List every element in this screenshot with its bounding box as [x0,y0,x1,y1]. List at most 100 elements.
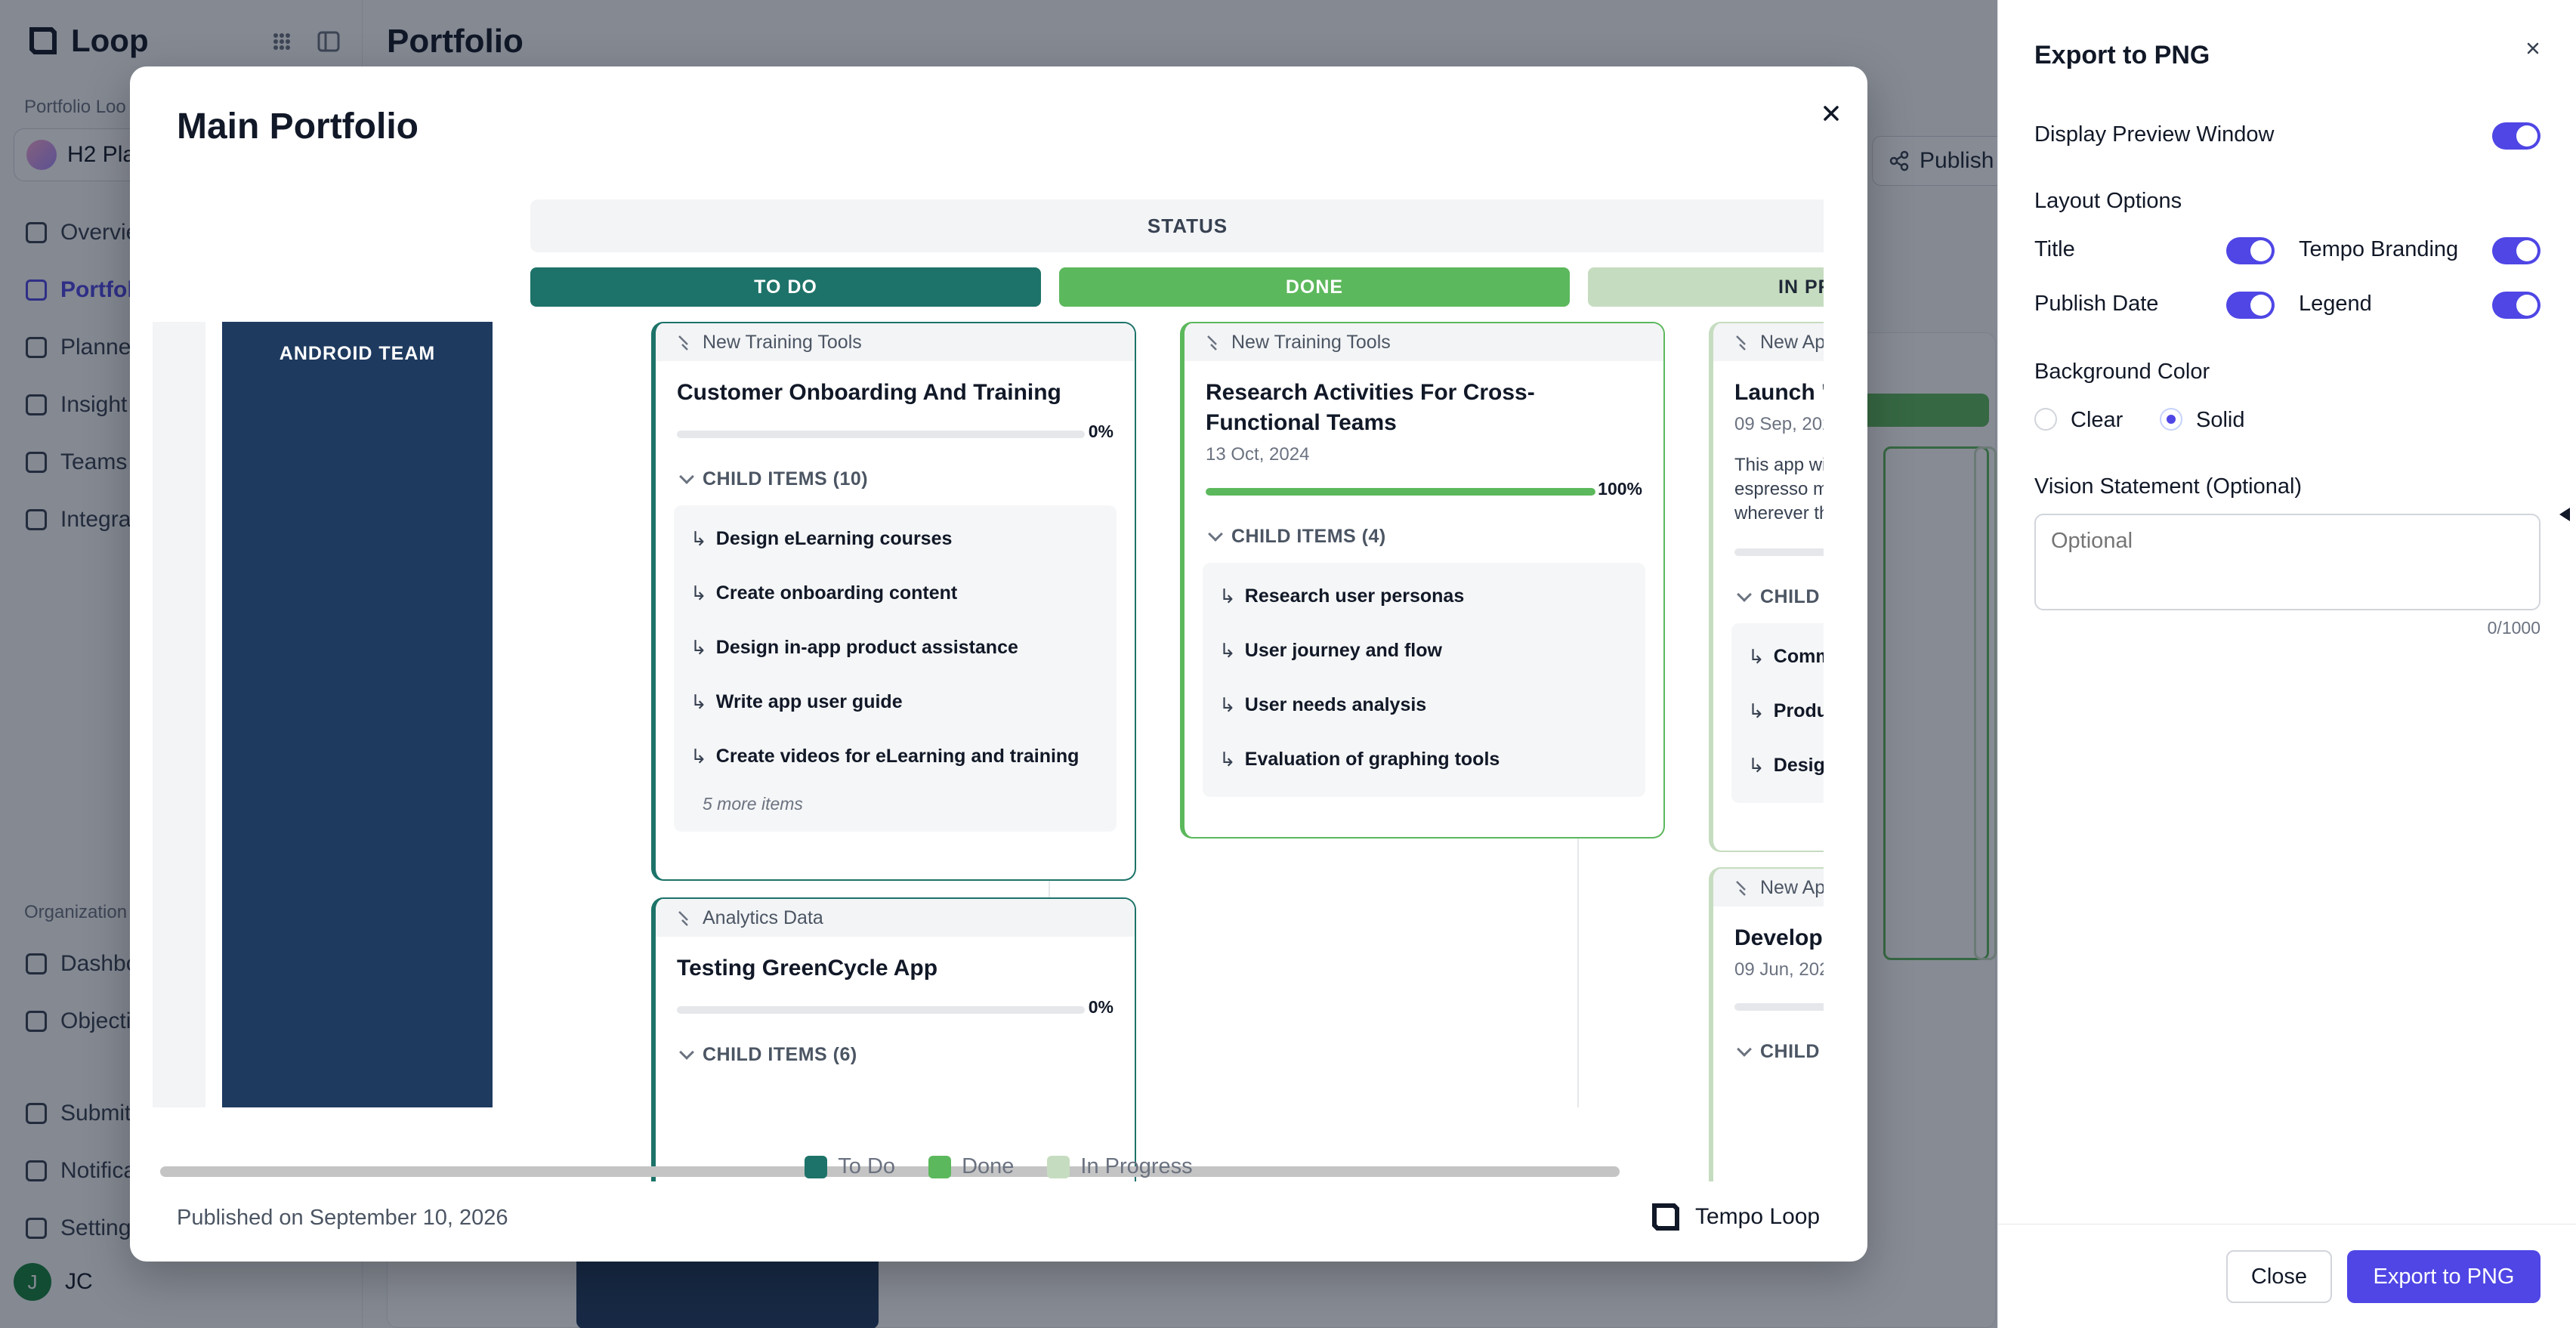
swimlane-android-team: ANDROID TEAM [222,322,493,1107]
export-panel: Export to PNG Display Preview Window Lay… [1997,0,2576,1328]
list-item-label: Communicate with I [1773,645,1824,667]
list-item: ↳ Evaluation of graphing tools [1203,732,1645,786]
child-items-label: CHILD ITEMS (10) [703,468,869,490]
progress-bar: 0% [677,422,1113,447]
card-develop-app[interactable]: New App Developmen Develop App 09 Jun, 2… [1709,867,1824,1181]
bg-clear-radio[interactable] [2034,408,2057,431]
child-items-list: ↳ Design eLearning courses ↳ Create onboar… [674,505,1117,832]
legend-swatch [928,1155,952,1178]
bg-clear-label: Clear [2071,408,2124,432]
more-items-label: 5 more items [703,793,803,814]
subitem-arrow-icon: ↳ [1219,693,1236,716]
child-items-list: ↳ Research user personas ↳ User journey an… [1203,563,1645,797]
list-item-label: Product goal meetin [1773,700,1824,721]
child-items-label: CHILD ITEMS (3) [1760,586,1824,607]
subitem-arrow-icon: ↳ [1748,753,1765,777]
subitem-arrow-icon: ↳ [1219,638,1236,662]
child-items-label: CHILD ITEMS (6) [703,1044,857,1065]
legend-swatch [805,1155,828,1178]
card-parent-label: New App Developmen [1760,876,1824,898]
legend-item-in-progress: In Progress [1047,1154,1193,1179]
close-icon[interactable] [1810,92,1852,134]
link-icon [1207,335,1217,351]
close-icon[interactable] [2518,33,2548,63]
card-launch-espresso[interactable]: New App Developmen Launch "Espresso-Oh! … [1709,322,1824,852]
legend-toggle[interactable] [2492,292,2540,319]
card-parent: New Training Tools [656,323,1135,361]
tempo-branding-toggle[interactable] [2492,237,2540,264]
subitem-arrow-icon: ↳ [1219,584,1236,607]
vision-statement-field[interactable] [2034,514,2540,610]
card-title: Develop App [1734,925,1824,950]
progress-percent: 0% [1088,422,1113,441]
status-header: STATUS [530,199,1824,252]
child-items-list: ↳ Communicate with I ↳ Product goal meetin… [1731,623,1824,803]
card-parent: New App Developmen [1713,869,1824,906]
progress-bar: 0% [677,997,1113,1023]
card-parent-label: New App Developmen [1760,331,1824,353]
publish-date-option-label: Publish Date [2034,292,2159,316]
tempo-logo-icon [1652,1203,1679,1231]
child-items-toggle[interactable]: CHILD ITEMS (10) [656,447,1135,490]
legend-label: Done [962,1154,1015,1178]
subitem-arrow-icon: ↳ [690,635,707,659]
chevron-down-icon [1208,526,1223,542]
list-item-label: Write app user guide [715,690,903,712]
card-parent: New App Developmen [1713,323,1824,361]
chevron-down-icon [679,468,694,484]
close-button[interactable]: Close [2226,1250,2332,1303]
legend: To Do Done In Progress [130,1154,1867,1179]
legend-swatch [1047,1155,1070,1178]
title-option-label: Title [2034,237,2075,261]
title-toggle[interactable] [2226,237,2275,264]
card-parent-label: New Training Tools [703,331,862,353]
export-png-button[interactable]: Export to PNG [2347,1250,2540,1303]
subitem-arrow-icon: ↳ [1748,644,1765,668]
progress-bar: 100% [1206,479,1642,505]
list-item: ↳ Communicate with I [1731,629,1824,684]
bg-solid-label: Solid [2196,408,2245,432]
card-date: 13 Oct, 2024 [1206,444,1310,465]
card-date: 09 Sep, 2025 [1734,414,1824,434]
layout-options-label: Layout Options [2034,189,2182,213]
brand-label: Tempo Loop [1695,1204,1821,1229]
child-items-toggle[interactable]: CHILD ITEMS (3) [1713,565,1824,608]
collapse-arrow-icon[interactable] [2559,508,2570,521]
card-research-activities[interactable]: New Training Tools Research Activities F… [1180,322,1665,838]
list-item: ↳ Research user personas [1203,569,1645,623]
link-icon [1736,335,1746,351]
list-item-label: Design user journey [1773,754,1824,776]
chevron-down-icon [1737,586,1752,602]
column-header-in-progress: IN PRO [1588,267,1824,307]
card-parent: New Training Tools [1185,323,1663,361]
list-item-label: Research user personas [1244,585,1465,607]
publish-date-toggle[interactable] [2226,292,2275,319]
list-item: ↳ Design user journey [1731,738,1824,792]
card-parent-label: New Training Tools [1231,331,1391,353]
tempo-branding: Tempo Loop [1648,1200,1820,1234]
link-icon [1736,881,1746,896]
display-preview-toggle[interactable] [2492,122,2540,150]
progress-bar [1734,539,1824,565]
list-item: ↳ Design in-app product assistance [674,620,1117,675]
child-items-toggle[interactable]: CHILD ITEMS (4) [1185,505,1663,548]
card-customer-onboarding[interactable]: New Training Tools Customer Onboarding A… [651,322,1136,881]
list-item-label: User journey and flow [1244,639,1442,661]
legend-option-label: Legend [2299,292,2372,316]
subitem-arrow-icon: ↳ [690,527,707,550]
list-item-label: Design in-app product assistance [715,636,1018,658]
horizontal-scrollbar[interactable] [153,1032,1824,1047]
list-item-label: Create videos for eLearning and training [715,745,1080,767]
list-item-label: User needs analysis [1244,693,1427,715]
card-description: This app will let caffeine a espresso ma… [1734,455,1824,523]
list-item: ↳ User journey and flow [1203,623,1645,678]
swimlane-label: ANDROID TEAM [279,343,436,364]
subitem-arrow-icon: ↳ [690,690,707,713]
list-item: ↳ Write app user guide [674,675,1117,729]
panel-title: Export to PNG [2034,41,2210,69]
list-item-label: Evaluation of graphing tools [1244,748,1500,770]
list-item: ↳ Create onboarding content [674,566,1117,620]
bg-solid-radio[interactable] [2160,408,2182,431]
card-title: Launch "Espresso-Oh! [1734,380,1824,405]
subitem-arrow-icon: ↳ [690,581,707,604]
